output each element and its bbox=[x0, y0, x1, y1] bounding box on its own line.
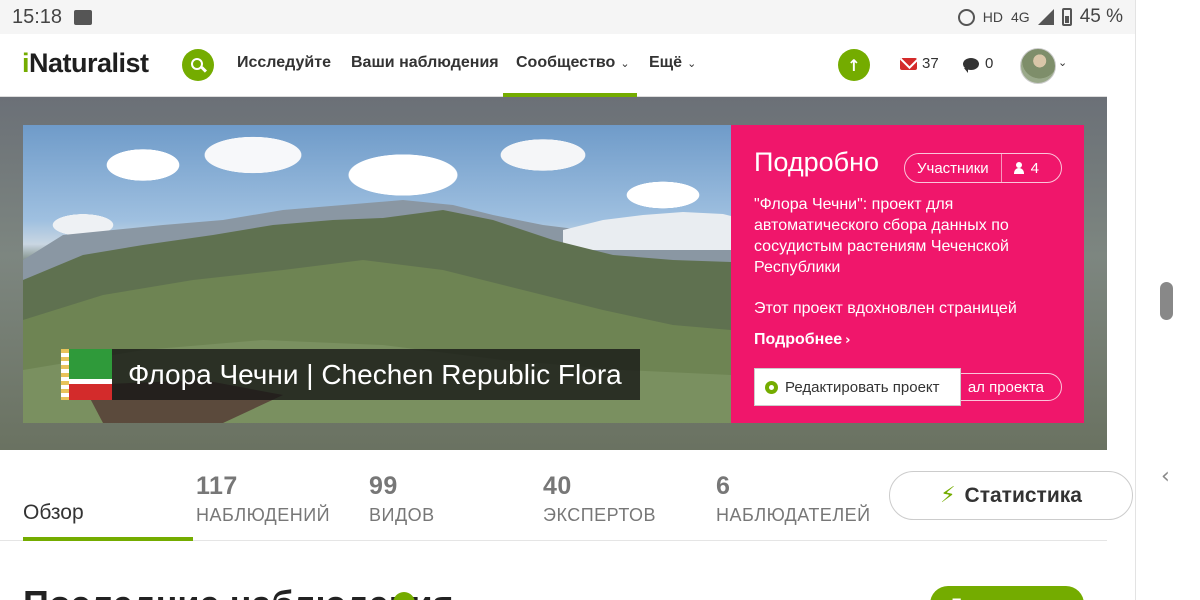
upload-button[interactable]: ↑ bbox=[838, 49, 870, 81]
chat-icon[interactable] bbox=[963, 58, 979, 73]
status-hd: HD bbox=[982, 9, 1003, 25]
status-right: HD 4G 45 % bbox=[957, 6, 1123, 28]
chevron-right-icon: › bbox=[845, 333, 851, 348]
edit-project-button[interactable]: Редактировать проект bbox=[754, 368, 961, 406]
app-header: iNaturalist Исследуйте Ваши наблюдения С… bbox=[0, 34, 1107, 97]
recent-observations-heading: Последние наблюдения bbox=[23, 583, 454, 600]
inaturalist-logo[interactable]: iNaturalist bbox=[22, 48, 149, 79]
gear-icon bbox=[765, 380, 778, 394]
user-avatar[interactable] bbox=[1020, 48, 1056, 84]
project-title: Флора Чечни | Chechen Republic Flora bbox=[112, 349, 640, 400]
upload-icon: ↑ bbox=[847, 55, 861, 75]
nav-more[interactable]: Ещё ⌄ bbox=[649, 54, 696, 72]
members-count: 4 bbox=[1030, 159, 1040, 177]
members-button[interactable]: Участники 4 bbox=[904, 153, 1062, 183]
messages-count[interactable]: 37 bbox=[922, 55, 939, 72]
stat-identifiers[interactable]: 40 ЭКСПЕРТОВ bbox=[543, 472, 656, 526]
stat-observers[interactable]: 6 НАБЛЮДАТЕЛЕЙ bbox=[716, 472, 871, 526]
edge-strip: ‹ bbox=[1135, 0, 1200, 600]
nav-explore[interactable]: Исследуйте bbox=[237, 54, 331, 72]
mail-icon[interactable] bbox=[900, 58, 917, 70]
battery-icon bbox=[1061, 8, 1072, 26]
nav-your-observations[interactable]: Ваши наблюдения bbox=[351, 54, 499, 72]
project-description: "Флора Чечни": проект для автоматическог… bbox=[754, 196, 1009, 276]
stat-species[interactable]: 99 ВИДОВ bbox=[369, 472, 435, 526]
comments-count[interactable]: 0 bbox=[985, 55, 993, 72]
bolt-icon: ⚡ bbox=[940, 483, 956, 508]
members-label: Участники bbox=[905, 154, 1002, 182]
stat-observations[interactable]: 117 НАБЛЮДЕНИЙ bbox=[196, 472, 330, 526]
details-heading: Подробно bbox=[754, 147, 880, 177]
tab-active-indicator bbox=[23, 537, 193, 541]
read-more-link[interactable]: Подробнее › bbox=[754, 331, 850, 349]
user-icon bbox=[1013, 162, 1024, 174]
signal-icon bbox=[1037, 9, 1054, 25]
search-button[interactable] bbox=[182, 49, 214, 81]
show-all-button[interactable]: Посмотреть все bbox=[930, 586, 1084, 600]
edge-panel-chevron-icon[interactable]: ‹ bbox=[1161, 464, 1170, 489]
chevron-down-icon[interactable]: ⌄ bbox=[1058, 56, 1067, 69]
project-inspired-text: Этот проект вдохновлен страницей bbox=[754, 300, 1017, 317]
status-network: 4G bbox=[1011, 9, 1030, 25]
status-bar: 15:18 HD 4G 45 % bbox=[0, 0, 1135, 34]
alarm-icon bbox=[957, 8, 975, 26]
search-icon bbox=[190, 57, 203, 70]
edit-project-label: Редактировать проект bbox=[785, 378, 940, 396]
chechen-flag-icon bbox=[61, 349, 112, 400]
statistics-button[interactable]: ⚡ Статистика bbox=[889, 471, 1133, 520]
tab-overview[interactable]: Обзор bbox=[23, 501, 84, 525]
stats-row: Обзор 117 НАБЛЮДЕНИЙ 99 ВИДОВ 40 ЭКСПЕРТ… bbox=[0, 450, 1133, 541]
chevron-down-icon: ⌄ bbox=[687, 57, 697, 70]
project-title-bar: Флора Чечни | Chechen Republic Flora bbox=[61, 349, 640, 400]
status-time: 15:18 bbox=[12, 5, 63, 28]
chevron-down-icon: ⌄ bbox=[620, 57, 630, 70]
gallery-icon bbox=[74, 9, 93, 25]
battery-percent: 45 % bbox=[1079, 6, 1123, 27]
nav-community[interactable]: Сообщество ⌄ bbox=[516, 54, 630, 72]
scrollbar-thumb[interactable] bbox=[1160, 282, 1173, 320]
